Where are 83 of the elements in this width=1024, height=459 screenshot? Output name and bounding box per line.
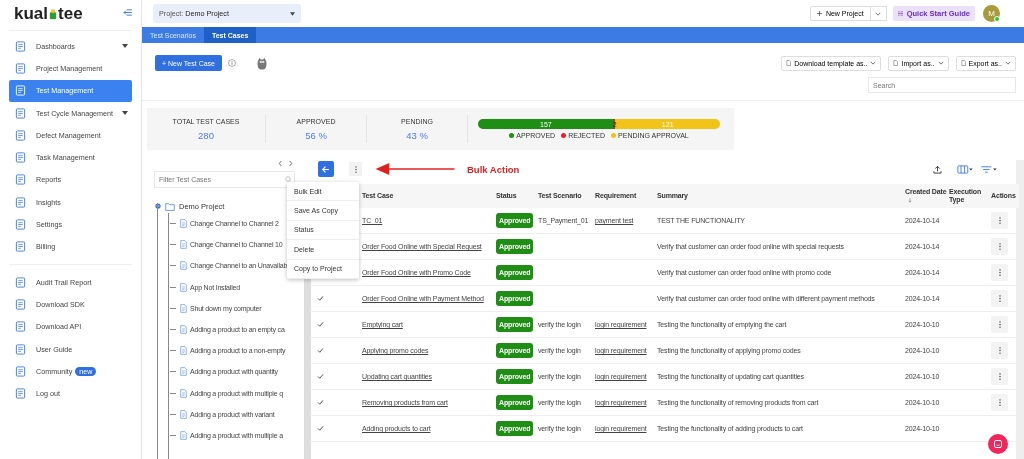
document-icon [180, 346, 187, 356]
document-icon [786, 60, 792, 66]
chevron-icon [1005, 61, 1011, 65]
dropdown-button[interactable] [870, 6, 887, 21]
document-icon [15, 298, 26, 310]
checkbox[interactable] [317, 424, 324, 432]
document-icon [180, 325, 187, 335]
document-icon [180, 219, 187, 229]
document-icon [180, 367, 187, 377]
plus-icon [816, 11, 822, 16]
sort-arrow-icon[interactable] [908, 197, 912, 203]
document-icon [15, 219, 26, 230]
document-icon [15, 321, 26, 333]
document-icon [180, 409, 187, 419]
list-icon [897, 11, 903, 16]
info-icon[interactable] [228, 59, 236, 67]
document-icon [15, 107, 26, 119]
row-actions-button[interactable] [991, 342, 1008, 359]
more-icon [998, 347, 1001, 354]
more-icon [998, 269, 1001, 276]
caret-icon [290, 11, 295, 16]
chevron-icon [875, 11, 882, 16]
document-icon [180, 388, 187, 398]
columns-icon[interactable] [957, 164, 974, 174]
checkbox[interactable] [317, 372, 324, 380]
checkbox[interactable] [317, 398, 324, 406]
document-icon [15, 129, 26, 141]
document-icon [180, 240, 187, 250]
row-actions-button[interactable] [991, 394, 1008, 411]
more-icon [998, 243, 1001, 250]
checkbox[interactable] [317, 294, 324, 302]
document-icon [15, 62, 26, 74]
document-icon [180, 303, 187, 313]
checkbox[interactable] [317, 346, 324, 354]
row-actions-button[interactable] [991, 238, 1008, 255]
more-icon [998, 217, 1001, 224]
document-icon [15, 174, 26, 186]
row-actions-button[interactable] [991, 290, 1008, 307]
arrow-left-icon [321, 164, 330, 174]
row-actions-button[interactable] [991, 212, 1008, 229]
checkbox[interactable] [317, 320, 324, 328]
search-icon [285, 176, 291, 182]
document-icon [180, 430, 187, 440]
document-icon [180, 282, 187, 292]
document-icon [15, 365, 26, 377]
previous-icon[interactable] [278, 160, 283, 167]
document-icon [15, 388, 26, 400]
chat-button[interactable] [988, 434, 1008, 454]
stat-value: 43 % [406, 129, 428, 141]
document-icon [15, 276, 26, 288]
more-icon [998, 321, 1001, 328]
document-icon [180, 261, 187, 271]
document-icon [893, 60, 899, 66]
upload-icon[interactable] [933, 164, 942, 174]
row-actions-button[interactable] [991, 316, 1008, 333]
document-icon [960, 60, 966, 66]
annotation: Bulk Action [467, 163, 520, 175]
document-icon [15, 152, 26, 164]
row-actions-button[interactable] [991, 264, 1008, 281]
document-icon [15, 40, 26, 52]
more-icon [998, 373, 1001, 380]
document-icon [15, 343, 26, 355]
back-button[interactable] [318, 161, 334, 177]
row-actions-button[interactable] [991, 368, 1008, 385]
stat-value: 280 [198, 129, 214, 141]
stat-value: 56 % [305, 129, 327, 141]
more-icon [998, 399, 1001, 406]
chevron-icon [937, 61, 944, 65]
document-icon [15, 241, 26, 253]
document-icon [15, 85, 26, 97]
collapse-icon[interactable] [123, 9, 132, 16]
collapse-toggle-icon[interactable] [155, 203, 161, 209]
chevron-icon [870, 61, 877, 65]
more-icon [998, 295, 1001, 302]
filter-icon[interactable] [981, 164, 998, 174]
folder-icon [165, 201, 175, 211]
more-icon [354, 165, 357, 173]
more-button[interactable] [349, 162, 362, 176]
logo: kual tee [14, 4, 83, 24]
chat-icon [993, 439, 1003, 449]
next-icon[interactable] [288, 160, 293, 167]
owl-icon [257, 56, 267, 70]
document-icon [15, 196, 26, 208]
